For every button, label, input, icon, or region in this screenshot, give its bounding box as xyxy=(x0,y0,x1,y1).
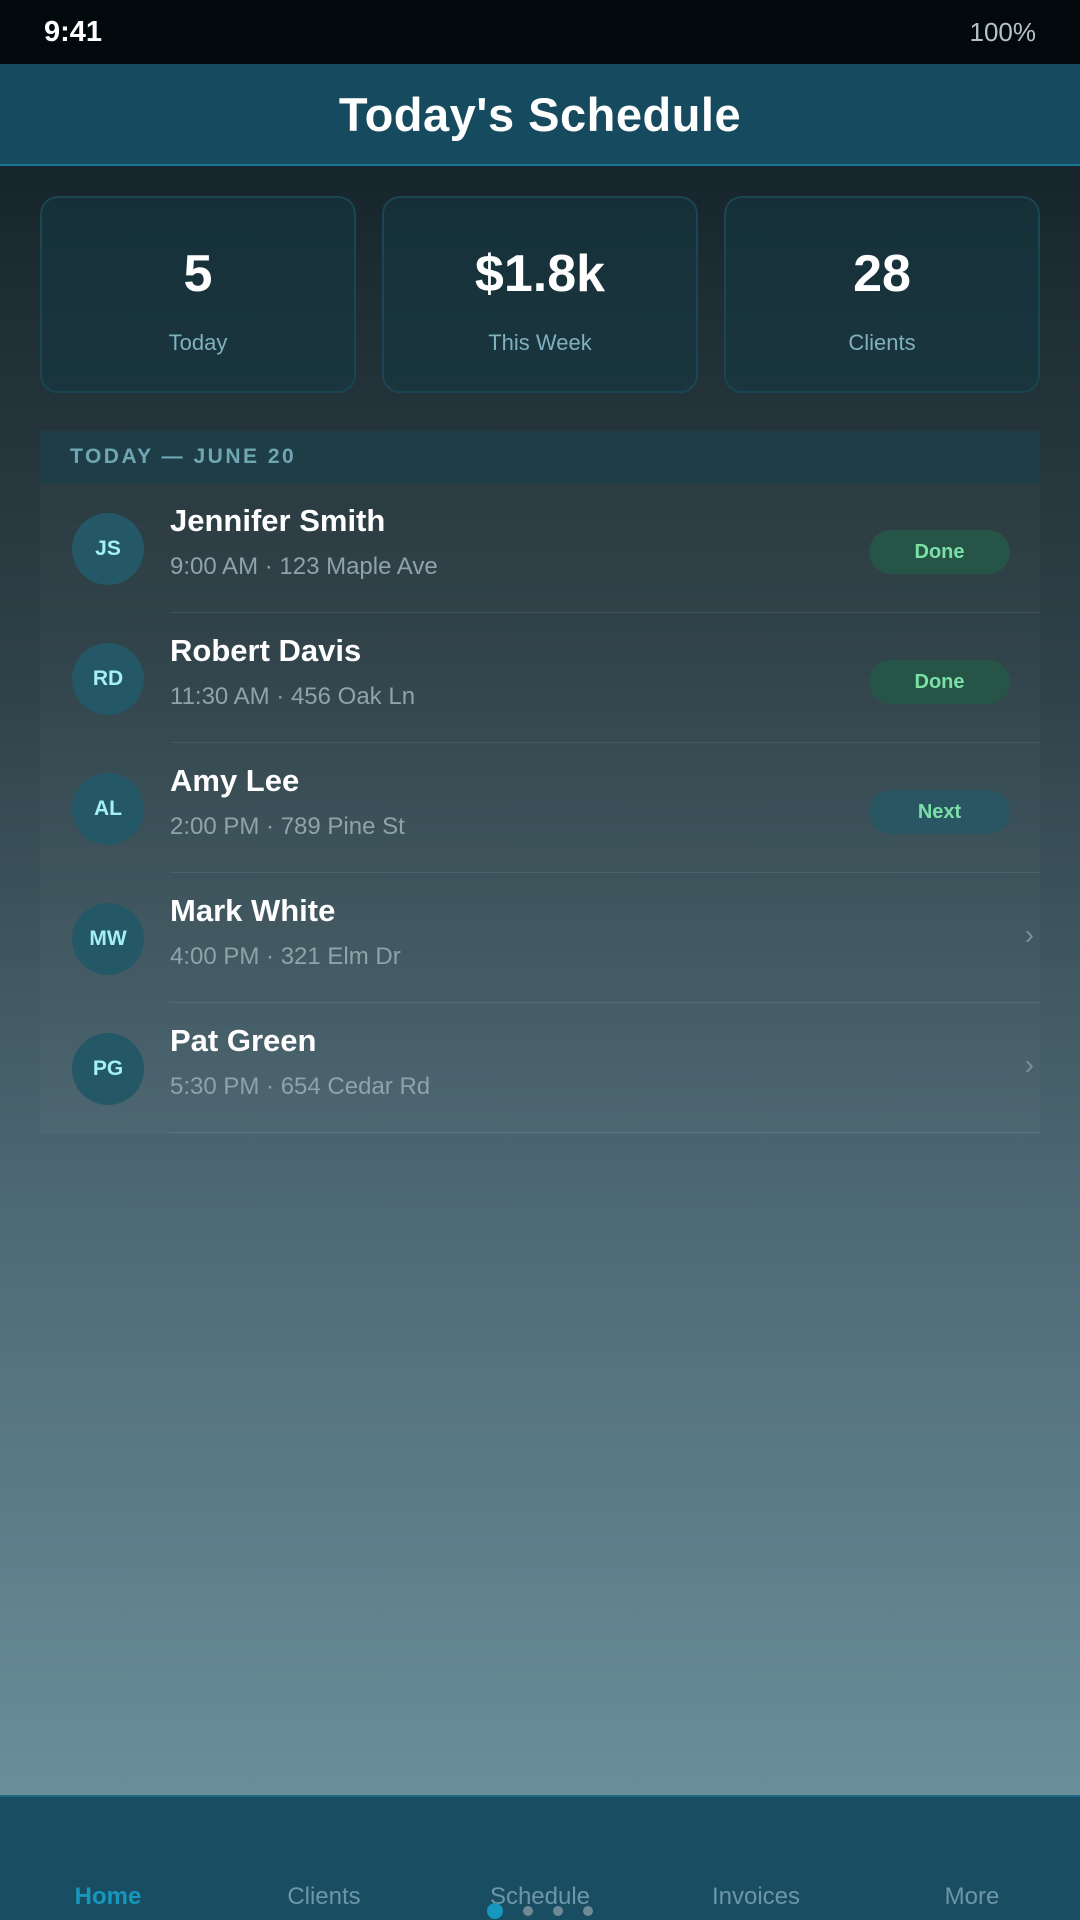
client-name: Robert Davis xyxy=(170,633,362,668)
stat-label: This Week xyxy=(488,330,592,355)
avatar: RD xyxy=(72,643,144,715)
status-badge: Done xyxy=(869,660,1010,704)
tab-bar: Home Clients Schedule Invoices More xyxy=(0,1795,1080,1920)
schedule-list: TODAY — JUNE 20 JS Jennifer Smith 9:00 A… xyxy=(40,431,1040,1134)
section-header: TODAY — JUNE 20 xyxy=(40,431,1040,483)
client-name: Jennifer Smith xyxy=(170,503,386,538)
appointment-info: Amy Lee 2:00 PM · 789 Pine St xyxy=(170,763,405,841)
appointment-row[interactable]: RD Robert Davis 11:30 AM · 456 Oak Ln Do… xyxy=(40,613,1040,743)
page-dot-active xyxy=(487,1903,503,1919)
status-badge: Next xyxy=(869,790,1010,834)
page-indicator xyxy=(0,1903,1080,1919)
appointment-row[interactable]: PG Pat Green 5:30 PM · 654 Cedar Rd › xyxy=(40,1003,1040,1133)
appointment-info: Jennifer Smith 9:00 AM · 123 Maple Ave xyxy=(170,503,438,581)
chevron-right-icon: › xyxy=(1024,919,1034,950)
stat-card-today[interactable]: 5 Today xyxy=(40,196,356,393)
header: Today's Schedule xyxy=(0,64,1080,166)
avatar: AL xyxy=(72,773,144,845)
page-dot xyxy=(523,1906,533,1916)
status-time: 9:41 xyxy=(44,15,103,48)
status-badge: Done xyxy=(869,530,1010,574)
stat-value: $1.8k xyxy=(474,245,606,303)
stat-card-clients[interactable]: 28 Clients xyxy=(724,196,1040,393)
avatar: PG xyxy=(72,1033,144,1105)
appointment-row[interactable]: AL Amy Lee 2:00 PM · 789 Pine St Next xyxy=(40,743,1040,873)
appointment-details: 9:00 AM · 123 Maple Ave xyxy=(170,553,438,580)
page-dot xyxy=(553,1906,563,1916)
stat-label: Today xyxy=(168,330,228,355)
stats-row: 5 Today $1.8k This Week 28 Clients xyxy=(40,196,1040,393)
appointment-row[interactable]: JS Jennifer Smith 9:00 AM · 123 Maple Av… xyxy=(40,483,1040,613)
avatar: MW xyxy=(72,903,144,975)
page-title: Today's Schedule xyxy=(338,87,742,141)
appointment-info: Pat Green 5:30 PM · 654 Cedar Rd xyxy=(170,1023,430,1101)
appointment-info: Robert Davis 11:30 AM · 456 Oak Ln xyxy=(170,633,415,711)
appointment-details: 11:30 AM · 456 Oak Ln xyxy=(170,683,416,710)
page-dot xyxy=(583,1906,593,1916)
chevron-right-icon: › xyxy=(1024,1049,1034,1080)
avatar: JS xyxy=(72,513,144,585)
appointment-info: Mark White 4:00 PM · 321 Elm Dr xyxy=(170,893,401,971)
battery-level: 100% xyxy=(969,16,1037,47)
client-name: Pat Green xyxy=(170,1023,317,1058)
stat-value: 28 xyxy=(853,245,911,303)
status-bar: 9:41 100% xyxy=(0,0,1080,64)
stat-value: 5 xyxy=(183,245,213,303)
appointment-details: 4:00 PM · 321 Elm Dr xyxy=(170,943,401,970)
appointment-row[interactable]: MW Mark White 4:00 PM · 321 Elm Dr › xyxy=(40,873,1040,1003)
stat-card-this-week[interactable]: $1.8k This Week xyxy=(382,196,698,393)
section-title: TODAY — JUNE 20 xyxy=(70,445,297,468)
appointment-details: 2:00 PM · 789 Pine St xyxy=(170,813,405,840)
client-name: Mark White xyxy=(170,893,336,928)
stat-label: Clients xyxy=(848,330,916,355)
client-name: Amy Lee xyxy=(170,763,300,798)
appointment-details: 5:30 PM · 654 Cedar Rd xyxy=(170,1073,431,1100)
